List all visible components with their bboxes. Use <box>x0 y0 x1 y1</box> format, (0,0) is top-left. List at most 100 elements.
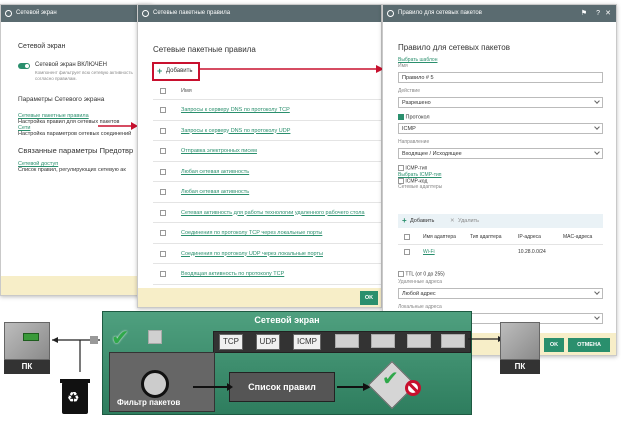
rule-name[interactable]: Сетевая активность для работы технологии… <box>181 203 365 223</box>
remote-label: Удаленные адреса <box>398 279 443 286</box>
toggle-desc: Компонент фильтрует всю сетевую активнос… <box>35 70 133 81</box>
direction-select[interactable]: Входящее / Исходящее <box>398 148 603 160</box>
direction-value: Входящее / Исходящее <box>402 151 462 158</box>
table-row[interactable]: Соединения по протоколу TCP через локаль… <box>153 222 381 243</box>
arrow-icon <box>200 65 384 73</box>
pc-right-icon <box>500 322 540 360</box>
rule-name[interactable]: Любая сетевая активность <box>181 162 249 182</box>
app-icon <box>5 10 12 17</box>
rule-name[interactable]: Соединения по протоколу TCP через локаль… <box>181 223 322 243</box>
firewall-box: Сетевой экран TCP UDP ICMP ✔ Фильтр паке… <box>102 311 472 415</box>
row-checkbox[interactable] <box>160 230 166 236</box>
row-checkbox[interactable] <box>160 271 166 277</box>
window-title: Сетевой экран <box>16 10 57 16</box>
table-row[interactable]: Любая сетевая активность <box>153 181 381 202</box>
title-bar: Сетевой экран <box>1 5 151 22</box>
pc-right-label: ПК <box>500 360 540 374</box>
flow-arrows <box>193 383 371 391</box>
adapter-delete-button[interactable]: Удалить <box>458 214 479 228</box>
trash-icon[interactable]: ✕ <box>450 214 455 228</box>
block-icon <box>405 380 421 396</box>
action-select[interactable]: Разрешено <box>398 97 603 108</box>
protocol-checkbox[interactable] <box>398 114 404 120</box>
row-checkbox[interactable] <box>160 189 166 195</box>
pc-left-icon <box>4 322 50 360</box>
table-row[interactable]: Запросы к серверу DNS по протоколу TCP <box>153 99 381 120</box>
row-checkbox[interactable] <box>160 168 166 175</box>
rule-name[interactable]: Любая сетевая активность <box>181 182 249 202</box>
chevron-down-icon <box>594 124 600 131</box>
trash-icon: ♻ <box>60 379 90 414</box>
related-desc: Список правил, регулирующих сетевую ак <box>18 167 126 173</box>
chevron-down-icon <box>594 98 600 104</box>
row-checkbox[interactable] <box>160 107 166 113</box>
icmp-type-checkbox[interactable] <box>398 165 404 172</box>
add-button[interactable]: + Добавить <box>152 62 200 81</box>
adapter-add-button[interactable]: Добавить <box>410 214 434 228</box>
magnifier-icon <box>141 370 169 398</box>
select-all-checkbox[interactable] <box>160 88 166 94</box>
rule-name[interactable]: Запросы к серверу DNS по протоколу UDP <box>181 121 290 141</box>
close-icon[interactable]: ✕ <box>605 5 611 22</box>
table-row[interactable]: Отправка электронных писем <box>153 140 381 161</box>
col-adapter-type: Тип адаптера <box>470 234 502 240</box>
related-title: Связанные параметры Предотвр <box>18 146 134 155</box>
window-title: Правило для сетевых пакетов <box>398 10 482 16</box>
row-checkbox[interactable] <box>160 250 166 257</box>
col-adapter-name: Имя адаптера <box>423 234 456 240</box>
col-mac: MAC-адреса <box>563 234 593 240</box>
table-row[interactable]: Любая сетевая активность <box>153 160 381 182</box>
params-title: Параметры Сетевого экрана <box>18 96 105 103</box>
firewall-diagram: ПК ♻ Сетевой экран TCP UDP ICMP ✔ Фильтр… <box>0 308 621 421</box>
help-icon[interactable]: ? <box>596 5 600 22</box>
pc-left-label: ПК <box>4 360 50 374</box>
firewall-toggle[interactable] <box>18 63 30 69</box>
name-input[interactable]: Правило # 5 <box>398 72 603 83</box>
flow-arrows-left <box>52 336 100 372</box>
protocol-select[interactable]: ICMP <box>398 123 603 135</box>
app-icon <box>387 10 394 17</box>
check-icon: ✔ <box>111 325 130 350</box>
action-label: Действие <box>398 88 420 94</box>
check-icon: ✔ <box>382 368 399 390</box>
row-checkbox[interactable] <box>160 209 166 216</box>
icmp-type-label: ICMP-тип <box>405 165 428 172</box>
firewall-window: Сетевой экран Сетевой экран Сетевой экра… <box>0 4 152 296</box>
col-ip: IP-адреса <box>518 234 541 240</box>
rule-name[interactable]: Входящая активность по протоколу TCP <box>181 264 284 284</box>
icmp-packet: ICMP <box>293 334 321 350</box>
icmp-code-checkbox[interactable] <box>398 177 404 184</box>
plus-icon[interactable]: + <box>402 214 407 228</box>
row-checkbox[interactable] <box>404 249 410 255</box>
rule-name[interactable]: Запросы к серверу DNS по протоколу TCP <box>181 100 290 120</box>
app-icon <box>142 10 149 17</box>
footer-bar <box>1 276 151 295</box>
ok-button[interactable]: OK <box>360 291 378 305</box>
rule-name[interactable]: Соединения по протоколу UDP через локаль… <box>181 244 323 264</box>
packet-block <box>441 334 465 348</box>
table-row[interactable]: Соединения по протоколу UDP через локаль… <box>153 242 381 264</box>
adapters-table: Имя адаптера Тип адаптера IP-адреса MAC-… <box>398 230 603 258</box>
remote-select[interactable]: Любой адрес <box>398 288 603 300</box>
add-label: Добавить <box>166 68 193 74</box>
col-name: Имя <box>181 88 192 94</box>
row-checkbox[interactable] <box>160 148 166 154</box>
packet-block <box>371 334 395 348</box>
packet-block <box>148 330 162 344</box>
action-value: Разрешено <box>402 100 431 106</box>
table-row[interactable]: Входящая активность по протоколу TCP <box>153 263 381 284</box>
tcp-packet: TCP <box>219 334 243 350</box>
adapters-toolbar: + Добавить ✕ Удалить <box>398 214 603 228</box>
ttl-checkbox[interactable] <box>398 271 404 277</box>
adapter-name[interactable]: Wi-Fi <box>423 249 435 255</box>
title-bar: Сетевые пакетные правила <box>138 5 381 22</box>
select-all-checkbox[interactable] <box>404 234 410 240</box>
page-heading: Сетевые пакетные правила <box>153 45 256 54</box>
adapter-ip: 10.28.0.0/24 <box>518 249 546 255</box>
table-row[interactable]: Сетевая активность для работы технологии… <box>153 201 381 223</box>
table-row[interactable]: Wi-Fi 10.28.0.0/24 <box>398 244 603 258</box>
rule-name[interactable]: Отправка электронных писем <box>181 141 257 161</box>
table-row[interactable]: Запросы к серверу DNS по протоколу UDP <box>153 119 381 141</box>
row-checkbox[interactable] <box>160 127 166 134</box>
flag-icon[interactable]: ⚑ <box>581 5 587 22</box>
